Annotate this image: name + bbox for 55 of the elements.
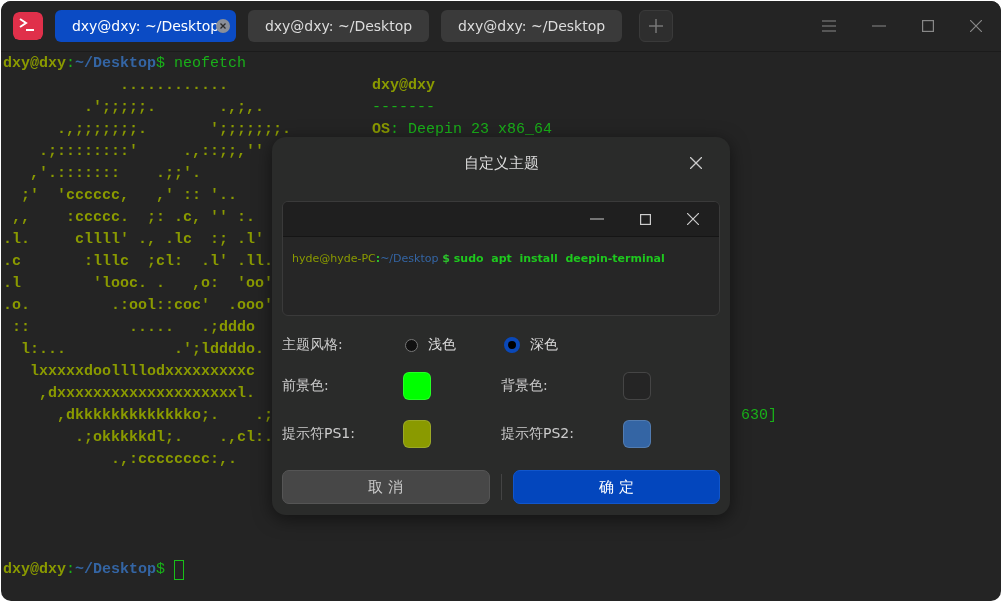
field-label: 主题风格: — [282, 336, 344, 354]
prompt-line: dxy@dxy:~/Desktop$ — [3, 560, 166, 580]
ascii-art-line: ,dkkkkkkkkkkkkko;. .; — [56, 407, 274, 424]
maximize-icon — [640, 213, 651, 225]
prompt-line: dxy@dxy:~/Desktop$ neofetch — [3, 54, 247, 74]
close-icon[interactable] — [970, 20, 982, 32]
minimize-icon — [590, 218, 604, 220]
ascii-art-line: :: ..... .;dddo — [11, 319, 256, 336]
close-icon[interactable] — [216, 19, 230, 33]
ascii-art-line: lxxxxxdoollllodxxxxxxxxxc — [29, 363, 256, 380]
radio-button[interactable] — [504, 337, 520, 353]
ascii-art-line: ,dxxxxxxxxxxxxxxxxxxxxl. — [38, 385, 256, 402]
tab[interactable]: dxy@dxy: ~/Desktop — [248, 10, 429, 42]
menu-icon[interactable] — [822, 20, 836, 32]
ascii-art-line: ,, :ccccc. ;: .c, '' :. — [11, 209, 256, 226]
color-swatch[interactable] — [403, 420, 431, 448]
color-swatch[interactable] — [623, 372, 651, 400]
prompt-line: hyde@hyde-PC:~/Desktop $ sudo apt install deepin-terminal — [292, 252, 665, 265]
ascii-art-line: .;okkkkkdl;. .,cl:. — [74, 429, 274, 446]
ascii-art-line: .c :lllc ;cl: .l' .ll. — [3, 253, 274, 270]
confirm-button[interactable]: 确 定 — [512, 470, 720, 504]
field-label: 提示符PS1: — [282, 425, 356, 443]
color-swatch[interactable] — [403, 372, 431, 400]
ascii-art-line: .';;;;;. .,;,. — [83, 99, 265, 116]
ascii-art-line: ,'.::::::: .;;'. — [29, 165, 202, 182]
radio-label[interactable]: 浅色 — [428, 336, 456, 354]
dialog-title: 自定义主题 — [463, 153, 539, 173]
ascii-art-line: .l. cllll' ., .lc :; .l' — [3, 231, 265, 248]
ascii-art-line: .,:cccccccc:,. — [110, 451, 238, 468]
close-icon — [687, 213, 699, 225]
close-icon[interactable] — [690, 157, 702, 169]
plus-icon — [649, 19, 663, 33]
new-tab-button[interactable] — [639, 10, 673, 42]
radio-label[interactable]: 深色 — [530, 336, 558, 354]
radio-button[interactable] — [405, 338, 418, 352]
terminal-text: 630] — [741, 406, 778, 426]
ascii-art-line: ............ — [119, 77, 229, 94]
system-info-line: ------- — [372, 98, 436, 118]
ascii-art-line: .;::::::::' .,::;;,'' — [38, 143, 265, 160]
color-swatch[interactable] — [623, 420, 651, 448]
ascii-art-line: .l 'looc. . ,o: 'oo' — [3, 275, 274, 292]
system-info-line: OS: Deepin 23 x86_64 — [372, 120, 553, 140]
tab[interactable]: dxy@dxy: ~/Desktop — [441, 10, 622, 42]
terminal-app-icon — [13, 12, 43, 40]
ascii-art-line: .o. .:ool::coc' .ooo' — [3, 297, 274, 314]
field-label: 前景色: — [282, 377, 330, 395]
ascii-art-line: l:... .';lddddo. — [20, 341, 265, 358]
field-label: 背景色: — [501, 377, 549, 395]
system-info-line: dxy@dxy — [372, 76, 436, 96]
ascii-art-line: ;' 'cccccc, ,' :: '.. — [20, 187, 238, 204]
ascii-art-line: .,;;;;;;;. ';;;;;;;. — [56, 121, 292, 138]
tab[interactable]: dxy@dxy: ~/Desktop — [55, 10, 236, 42]
maximize-icon[interactable] — [922, 20, 934, 32]
field-label: 提示符PS2: — [501, 425, 575, 443]
cancel-button[interactable]: 取 消 — [282, 470, 490, 504]
